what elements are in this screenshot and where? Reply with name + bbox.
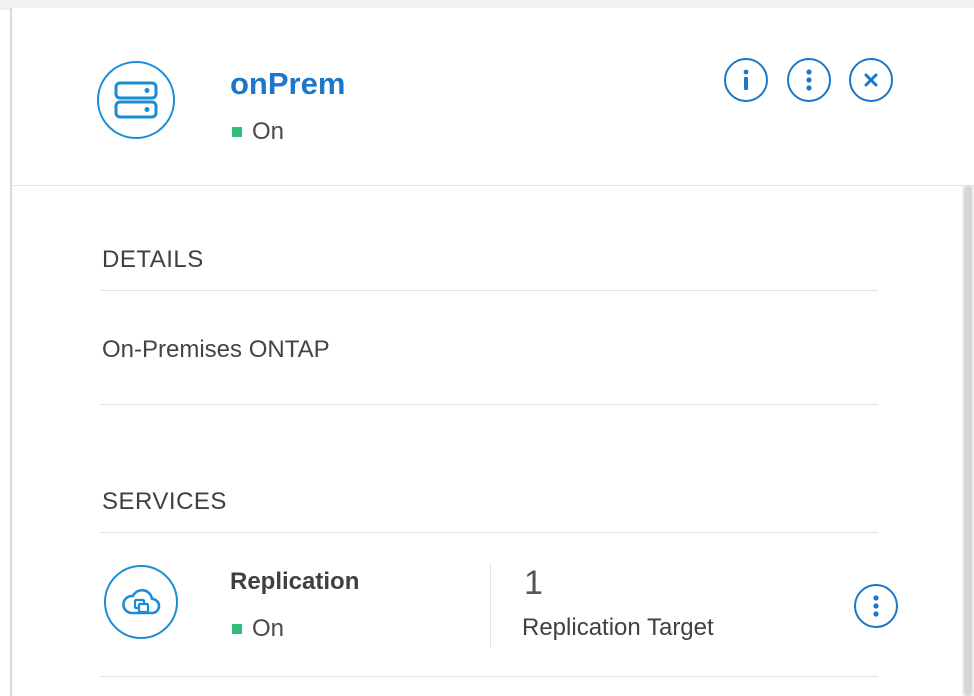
- status-indicator: On: [232, 118, 284, 146]
- divider: [100, 676, 878, 677]
- more-vertical-icon: [873, 595, 879, 617]
- server-icon: [97, 61, 175, 139]
- panel-header: onPrem On: [12, 8, 974, 186]
- info-icon: [743, 69, 749, 90]
- details-description: On-Premises ONTAP: [102, 336, 330, 363]
- details-heading: DETAILS: [102, 246, 204, 273]
- more-options-button[interactable]: [787, 58, 831, 102]
- working-environment-panel: onPrem On DETAILS On-Premises ONTAP SERV…: [10, 8, 974, 696]
- divider: [100, 532, 878, 533]
- close-icon: [864, 73, 878, 87]
- service-status-text: On: [252, 615, 285, 642]
- service-name: Replication: [230, 568, 360, 595]
- service-status-indicator: On: [232, 615, 284, 643]
- info-button[interactable]: [724, 58, 768, 102]
- divider: [100, 404, 878, 405]
- divider: [100, 290, 878, 291]
- service-more-options-button[interactable]: [854, 584, 898, 628]
- scrollbar-thumb[interactable]: [964, 186, 972, 696]
- page-title: onPrem: [230, 66, 346, 101]
- scrollbar[interactable]: [962, 186, 974, 696]
- status-text: On: [252, 118, 285, 145]
- replication-target-count: 1: [524, 564, 543, 602]
- services-heading: SERVICES: [102, 488, 227, 515]
- status-on-icon: [232, 127, 242, 137]
- vertical-divider: [490, 564, 491, 648]
- replication-target-label: Replication Target: [522, 614, 714, 641]
- more-vertical-icon: [806, 69, 812, 91]
- close-button[interactable]: [849, 58, 893, 102]
- cloud-replication-icon[interactable]: [104, 565, 178, 639]
- status-on-icon: [232, 624, 242, 634]
